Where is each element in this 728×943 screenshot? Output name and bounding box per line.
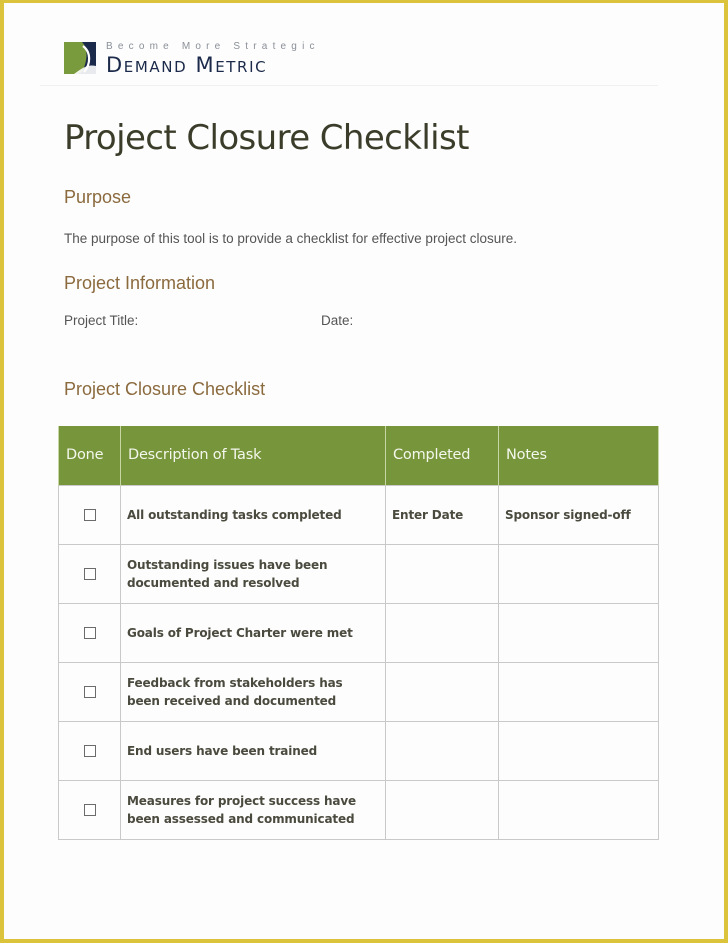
column-header-done: Done <box>58 426 121 485</box>
done-cell <box>58 602 121 663</box>
document-title: Project Closure Checklist <box>64 118 469 158</box>
closure-checklist-table: Done Description of Task Completed Notes… <box>58 426 659 840</box>
brand-logo: Become More Strategic Demand Metric <box>64 41 320 77</box>
purpose-text: The purpose of this tool is to provide a… <box>64 231 517 246</box>
task-description: Outstanding issues have been documented … <box>120 543 386 604</box>
completed-date-cell[interactable] <box>385 543 499 604</box>
done-checkbox[interactable] <box>83 745 96 757</box>
done-checkbox[interactable] <box>83 568 96 580</box>
task-description: End users have been trained <box>120 720 386 781</box>
column-header-completed: Completed <box>385 426 499 485</box>
header-divider <box>40 85 658 86</box>
date-field[interactable]: Date: <box>321 313 353 328</box>
table-row: End users have been trained <box>58 720 659 781</box>
task-description: Goals of Project Charter were met <box>120 602 386 663</box>
completed-date-cell[interactable] <box>385 661 499 722</box>
table-row: Measures for project success have been a… <box>58 779 659 840</box>
done-cell <box>58 720 121 781</box>
done-checkbox[interactable] <box>83 627 96 639</box>
table-row: All outstanding tasks completed Enter Da… <box>58 484 659 545</box>
completed-date-cell[interactable]: Enter Date <box>385 484 499 545</box>
notes-cell[interactable] <box>498 779 659 840</box>
brand-tagline: Become More Strategic <box>106 41 320 52</box>
date-label: Date: <box>321 313 354 328</box>
table-row: Goals of Project Charter were met <box>58 602 659 663</box>
done-cell <box>58 779 121 840</box>
notes-cell[interactable] <box>498 720 659 781</box>
column-header-notes: Notes <box>498 426 659 485</box>
task-description: All outstanding tasks completed <box>120 484 386 545</box>
done-checkbox[interactable] <box>83 804 96 816</box>
completed-date-cell[interactable] <box>385 779 499 840</box>
done-cell <box>58 661 121 722</box>
brand-name: Demand Metric <box>106 53 268 77</box>
column-header-description: Description of Task <box>120 426 386 485</box>
completed-date-cell[interactable] <box>385 720 499 781</box>
project-title-field[interactable]: Project Title: <box>64 313 138 328</box>
done-cell <box>58 484 121 545</box>
task-description: Feedback from stakeholders has been rece… <box>120 661 386 722</box>
done-checkbox[interactable] <box>83 509 96 521</box>
done-checkbox[interactable] <box>83 686 96 698</box>
table-header-row: Done Description of Task Completed Notes <box>58 426 659 485</box>
notes-cell[interactable] <box>498 661 659 722</box>
table-row: Outstanding issues have been documented … <box>58 543 659 604</box>
table-row: Feedback from stakeholders has been rece… <box>58 661 659 722</box>
completed-date-cell[interactable] <box>385 602 499 663</box>
task-description: Measures for project success have been a… <box>120 779 386 840</box>
notes-cell[interactable]: Sponsor signed-off <box>498 484 659 545</box>
notes-cell[interactable] <box>498 543 659 604</box>
demand-metric-logo-icon <box>64 42 96 74</box>
done-cell <box>58 543 121 604</box>
purpose-heading: Purpose <box>64 187 132 207</box>
project-information-heading: Project Information <box>64 273 216 293</box>
checklist-heading: Project Closure Checklist <box>64 379 266 399</box>
project-title-label: Project Title: <box>64 313 139 328</box>
notes-cell[interactable] <box>498 602 659 663</box>
